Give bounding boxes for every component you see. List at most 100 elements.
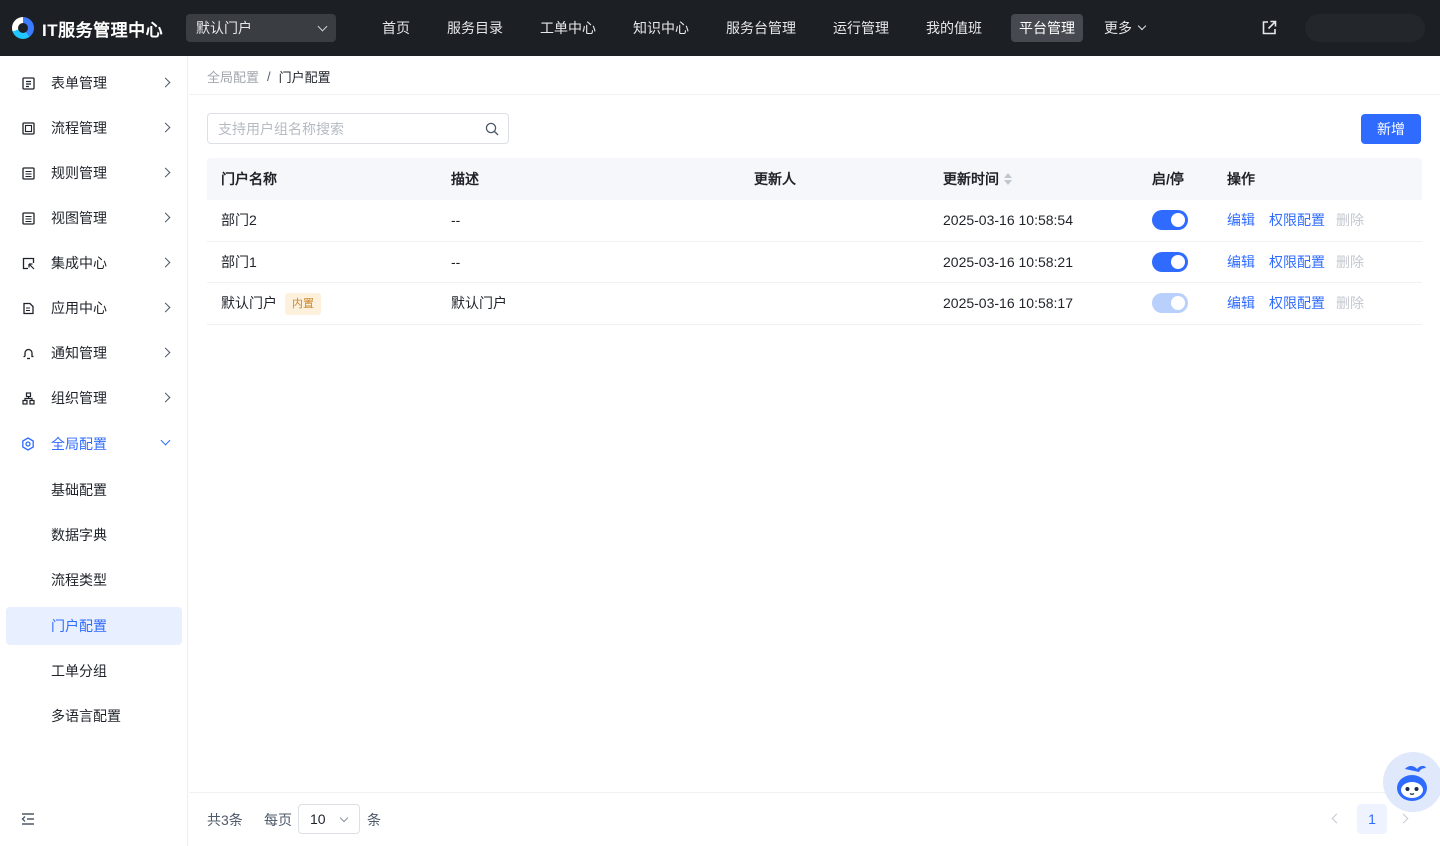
rule-icon: [21, 166, 35, 180]
prev-page-icon[interactable]: [1331, 813, 1342, 824]
sidebar-subitem-basic-config[interactable]: 基础配置: [6, 471, 182, 509]
cell-update-time: 2025-03-16 10:58:17: [943, 295, 1073, 311]
delete-link[interactable]: 删除: [1336, 242, 1364, 283]
bell-icon: [21, 346, 35, 360]
delete-link: 删除: [1336, 295, 1364, 311]
chevron-down-icon: [317, 21, 328, 31]
chevron-right-icon: [160, 257, 171, 268]
sidebar-item-notification[interactable]: 通知管理: [6, 334, 182, 372]
logo-icon: [12, 17, 34, 39]
portal-name-text: 默认门户: [221, 295, 277, 311]
org-icon: [21, 391, 35, 405]
search-box: [207, 113, 509, 144]
nav-more[interactable]: 更多: [1104, 18, 1147, 38]
portal-select-value: 默认门户: [196, 20, 252, 36]
add-button[interactable]: 新增: [1361, 114, 1421, 144]
cell-description: --: [451, 253, 461, 270]
edit-link[interactable]: 编辑: [1227, 200, 1255, 241]
sidebar-item-label: 规则管理: [51, 165, 107, 181]
nav-item-platform[interactable]: 平台管理: [1011, 14, 1083, 42]
sidebar-item-integration[interactable]: 集成中心: [6, 244, 182, 282]
sidebar-item-flow[interactable]: 流程管理: [6, 109, 182, 147]
permission-config-link[interactable]: 权限配置: [1269, 200, 1325, 241]
nav-item-ticket-center[interactable]: 工单中心: [532, 14, 604, 42]
sidebar-subitem-data-dictionary[interactable]: 数据字典: [6, 516, 182, 554]
view-icon: [21, 211, 35, 225]
chevron-right-icon: [160, 302, 171, 313]
builtin-badge: 内置: [285, 293, 321, 316]
sidebar-item-app[interactable]: 应用中心: [6, 289, 182, 327]
enable-toggle[interactable]: [1152, 251, 1188, 272]
chevron-right-icon: [160, 392, 171, 403]
cell-portal-name: 部门1: [221, 253, 257, 270]
column-header-label: 更新时间: [943, 171, 999, 187]
portal-table: 门户名称 描述 更新人 更新时间 启/停 操作 部门2 -- 2025-03-1…: [207, 158, 1422, 325]
app-logo[interactable]: IT服务管理中心: [12, 16, 172, 41]
sidebar-subitem-ticket-group[interactable]: 工单分组: [6, 652, 182, 690]
nav-item-home[interactable]: 首页: [374, 14, 418, 42]
assistant-bot-icon[interactable]: [1383, 752, 1440, 812]
sidebar-item-org[interactable]: 组织管理: [6, 379, 182, 417]
chevron-right-icon: [160, 347, 171, 358]
cell-description: --: [451, 212, 461, 228]
enable-toggle[interactable]: [1152, 210, 1188, 230]
sidebar-subitem-portal-config[interactable]: 门户配置: [6, 607, 182, 645]
portal-select[interactable]: 默认门户: [186, 14, 336, 42]
chevron-down-icon: [1137, 21, 1147, 31]
nav-item-service-desk[interactable]: 服务台管理: [718, 14, 804, 42]
user-avatar[interactable]: [1305, 14, 1425, 42]
sidebar-item-form[interactable]: 表单管理: [6, 64, 182, 102]
sidebar-item-label: 表单管理: [51, 75, 107, 91]
nav-item-knowledge-center[interactable]: 知识中心: [625, 14, 697, 42]
collapse-menu-icon[interactable]: [20, 812, 36, 826]
permission-config-link[interactable]: 权限配置: [1269, 242, 1325, 283]
next-page-icon[interactable]: [1398, 813, 1409, 824]
sidebar-item-view[interactable]: 视图管理: [6, 199, 182, 237]
page-number[interactable]: 1: [1357, 804, 1387, 834]
breadcrumb-separator: /: [267, 69, 271, 84]
pagination-total: 共3条: [207, 812, 243, 828]
cell-update-time: 2025-03-16 10:58:54: [943, 212, 1073, 228]
chevron-right-icon: [160, 122, 171, 133]
flow-icon: [21, 121, 35, 135]
nav-item-operations[interactable]: 运行管理: [825, 14, 897, 42]
sidebar-item-rule[interactable]: 规则管理: [6, 154, 182, 192]
cell-portal-name: 默认门户 内置: [221, 283, 321, 324]
edit-link[interactable]: 编辑: [1227, 242, 1255, 283]
page-size-select[interactable]: 10: [298, 804, 360, 834]
delete-link[interactable]: 删除: [1336, 200, 1364, 241]
sidebar-item-global-config[interactable]: 全局配置: [6, 425, 182, 463]
sidebar-subitem-flow-type[interactable]: 流程类型: [6, 561, 182, 599]
top-nav: 首页 服务目录 工单中心 知识中心 服务台管理 运行管理 我的值班 平台管理 更…: [374, 14, 1147, 42]
column-header-update-time[interactable]: 更新时间: [943, 158, 1012, 200]
edit-link[interactable]: 编辑: [1227, 283, 1255, 324]
chevron-right-icon: [160, 167, 171, 178]
breadcrumb-parent[interactable]: 全局配置: [207, 67, 259, 86]
divider: [189, 792, 1440, 793]
sort-icon[interactable]: [1004, 173, 1012, 186]
app-title: IT服务管理中心: [42, 20, 164, 40]
nav-item-my-duty[interactable]: 我的值班: [918, 14, 990, 42]
form-icon: [21, 76, 35, 90]
chevron-right-icon: [160, 212, 171, 223]
column-header-description: 描述: [451, 171, 479, 187]
top-navbar: IT服务管理中心 默认门户 首页 服务目录 工单中心 知识中心 服务台管理 运行…: [0, 0, 1440, 56]
divider: [189, 94, 1440, 95]
sidebar-item-label: 通知管理: [51, 345, 107, 361]
sidebar-item-label: 全局配置: [51, 436, 107, 452]
search-input[interactable]: [208, 114, 468, 143]
sidebar: 表单管理 流程管理 规则管理 视图管理 集成中心 应用中心 通知管理 组织管理: [0, 56, 188, 846]
cell-description: 默认门户: [451, 295, 507, 311]
external-link-icon[interactable]: [1261, 20, 1277, 36]
sidebar-subitem-i18n-config[interactable]: 多语言配置: [6, 697, 182, 735]
cell-portal-name: 部门2: [221, 212, 257, 228]
sidebar-item-label: 流程管理: [51, 120, 107, 136]
search-icon[interactable]: [485, 122, 499, 136]
column-header-toggle: 启/停: [1152, 171, 1184, 187]
nav-item-service-catalog[interactable]: 服务目录: [439, 14, 511, 42]
table-row: 部门2 -- 2025-03-16 10:58:54 编辑 权限配置 删除: [207, 200, 1422, 242]
chevron-down-icon: [339, 813, 349, 823]
chevron-right-icon: [160, 77, 171, 88]
sidebar-item-label: 集成中心: [51, 255, 107, 271]
permission-config-link[interactable]: 权限配置: [1269, 283, 1325, 324]
